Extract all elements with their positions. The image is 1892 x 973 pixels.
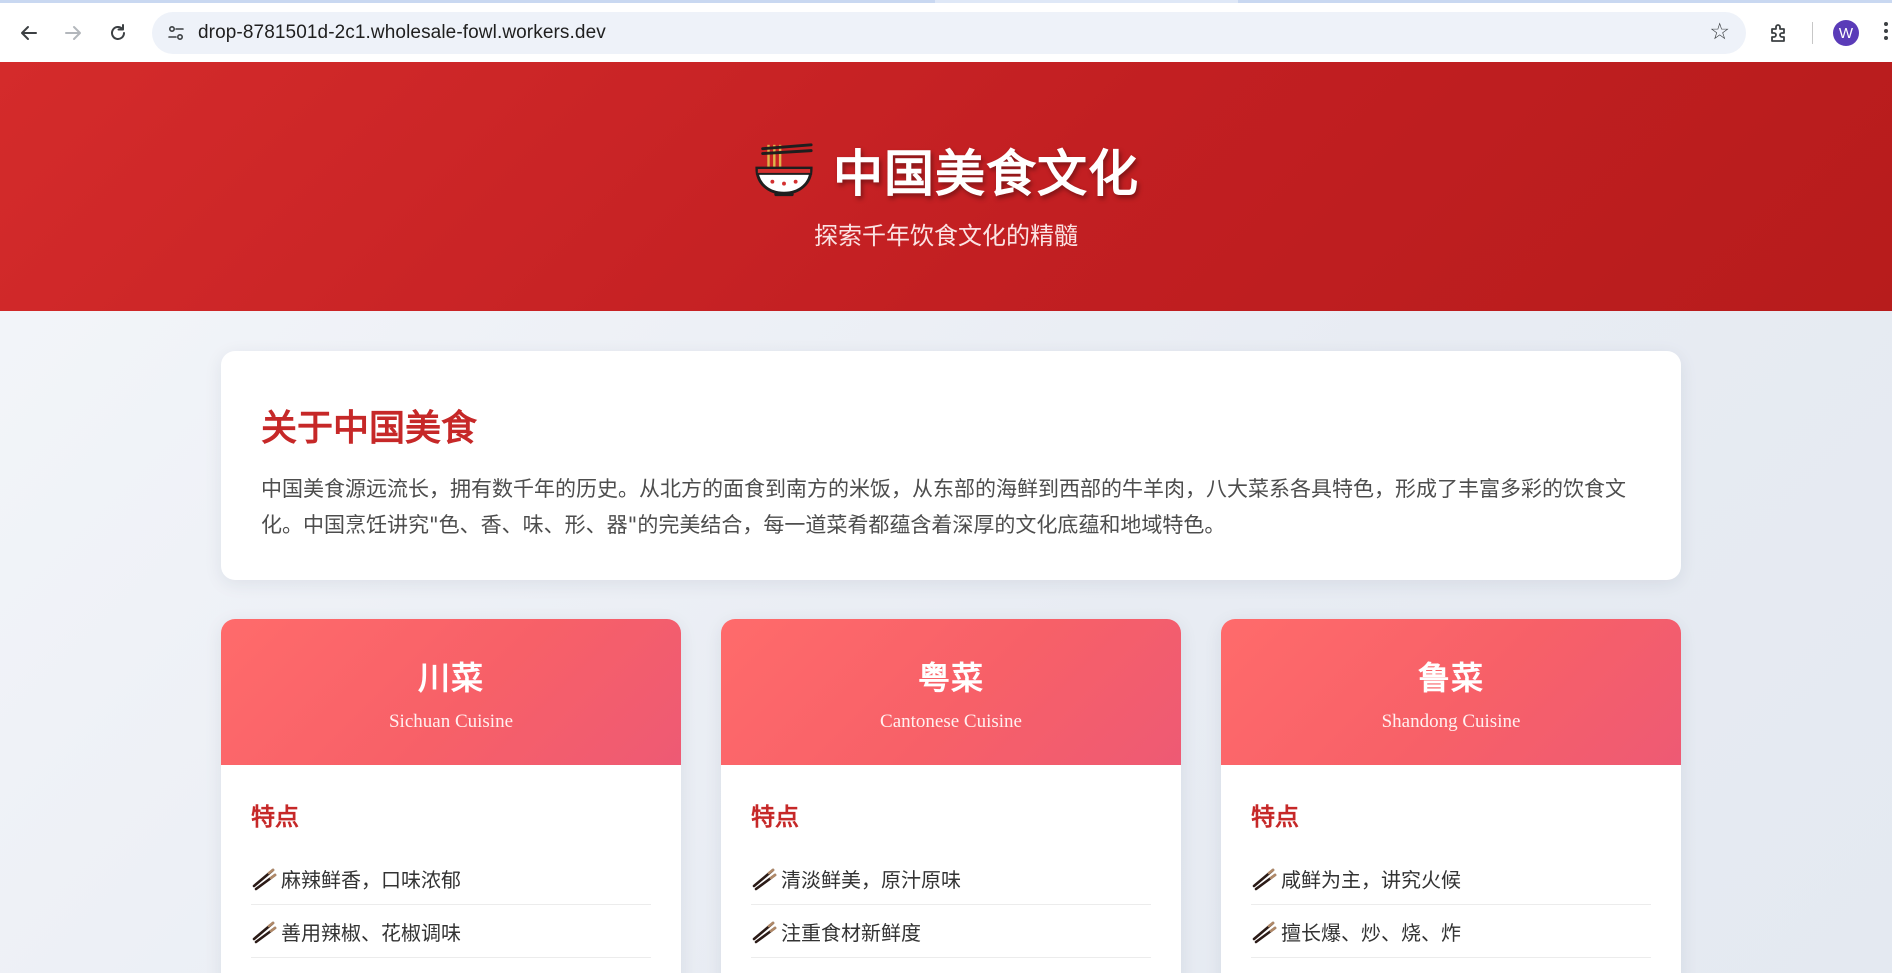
cuisine-name-cn: 川菜 bbox=[417, 659, 484, 697]
url-text[interactable]: drop-8781501d-2c1.wholesale-fowl.workers… bbox=[198, 22, 606, 44]
feature-item: 注重食材新鲜度 bbox=[751, 905, 1151, 958]
forward-arrow-icon[interactable] bbox=[57, 17, 89, 49]
features-heading: 特点 bbox=[1251, 803, 1299, 831]
cuisine-card-cantonese: 粤菜 Cantonese Cuisine 特点 清淡鲜美，原汁原味 注重食材新鲜… bbox=[721, 619, 1181, 973]
chopsticks-icon bbox=[752, 868, 777, 891]
feature-text: 擅长爆、炒、烧、炸 bbox=[1281, 920, 1461, 945]
feature-text: 善用辣椒、花椒调味 bbox=[281, 920, 461, 945]
cuisine-card-sichuan: 川菜 Sichuan Cuisine 特点 麻辣鲜香，口味浓郁 善用辣椒、花椒调… bbox=[221, 619, 681, 973]
back-arrow-icon[interactable] bbox=[13, 17, 45, 49]
page-title: 中国美食文化 bbox=[833, 145, 1139, 203]
feature-item: 清淡鲜美，原汁原味 bbox=[751, 852, 1151, 905]
cuisine-name-cn: 粤菜 bbox=[917, 659, 984, 697]
feature-item: 麻辣鲜香，口味浓郁 bbox=[251, 852, 651, 905]
cuisine-name-en: Shandong Cuisine bbox=[1381, 711, 1521, 732]
cuisine-name-cn: 鲁菜 bbox=[1417, 659, 1484, 697]
profile-avatar[interactable]: W bbox=[1833, 20, 1859, 46]
chopsticks-icon bbox=[1252, 921, 1277, 944]
chopsticks-icon bbox=[752, 921, 777, 944]
features-heading: 特点 bbox=[251, 803, 299, 831]
cuisine-card-header: 川菜 Sichuan Cuisine bbox=[221, 619, 681, 765]
site-info-icon[interactable] bbox=[164, 21, 188, 45]
page-viewport: 中国美食文化 探索千年饮食文化的精髓 关于中国美食 中国美食源远流长，拥有数千年… bbox=[0, 62, 1892, 973]
cuisine-card-body: 特点 麻辣鲜香，口味浓郁 善用辣椒、花椒调味 bbox=[221, 765, 681, 958]
noodle-bowl-icon bbox=[755, 143, 813, 197]
feature-text: 注重食材新鲜度 bbox=[781, 920, 921, 945]
features-heading: 特点 bbox=[751, 803, 799, 831]
feature-item: 咸鲜为主，讲究火候 bbox=[1251, 852, 1651, 905]
reload-icon[interactable] bbox=[102, 17, 134, 49]
star-icon[interactable]: ☆ bbox=[1709, 19, 1730, 45]
cuisine-card-body: 特点 清淡鲜美，原汁原味 注重食材新鲜度 bbox=[721, 765, 1181, 958]
tab-strip-edge bbox=[0, 0, 1892, 3]
more-vert-icon[interactable] bbox=[1878, 19, 1892, 47]
browser-toolbar: drop-8781501d-2c1.wholesale-fowl.workers… bbox=[0, 0, 1892, 62]
cuisine-card-header: 粤菜 Cantonese Cuisine bbox=[721, 619, 1181, 765]
cuisine-card-header: 鲁菜 Shandong Cuisine bbox=[1221, 619, 1681, 765]
cuisine-card-body: 特点 咸鲜为主，讲究火候 擅长爆、炒、烧、炸 bbox=[1221, 765, 1681, 958]
toolbar-divider bbox=[1812, 22, 1813, 44]
intro-card: 关于中国美食 中国美食源远流长，拥有数千年的历史。从北方的面食到南方的米饭，从东… bbox=[221, 351, 1681, 580]
cuisine-card-shandong: 鲁菜 Shandong Cuisine 特点 咸鲜为主，讲究火候 擅长爆、炒、烧… bbox=[1221, 619, 1681, 973]
puzzle-icon[interactable] bbox=[1764, 18, 1794, 48]
intro-heading: 关于中国美食 bbox=[261, 408, 478, 449]
feature-text: 麻辣鲜香，口味浓郁 bbox=[281, 867, 461, 892]
hero-banner: 中国美食文化 探索千年饮食文化的精髓 bbox=[0, 62, 1892, 311]
chopsticks-icon bbox=[1252, 868, 1277, 891]
feature-item: 擅长爆、炒、烧、炸 bbox=[1251, 905, 1651, 958]
intro-text: 中国美食源远流长，拥有数千年的历史。从北方的面食到南方的米饭，从东部的海鲜到西部… bbox=[261, 477, 1626, 537]
chopsticks-icon bbox=[252, 868, 277, 891]
page-subtitle: 探索千年饮食文化的精髓 bbox=[814, 222, 1078, 250]
feature-text: 咸鲜为主，讲究火候 bbox=[1281, 867, 1461, 892]
cuisine-name-en: Cantonese Cuisine bbox=[880, 711, 1022, 732]
address-bar[interactable]: drop-8781501d-2c1.wholesale-fowl.workers… bbox=[152, 12, 1746, 54]
feature-item: 善用辣椒、花椒调味 bbox=[251, 905, 651, 958]
chopsticks-icon bbox=[252, 921, 277, 944]
feature-text: 清淡鲜美，原汁原味 bbox=[781, 867, 961, 892]
cuisine-name-en: Sichuan Cuisine bbox=[388, 711, 514, 732]
hero-title-row: 中国美食文化 bbox=[0, 134, 1892, 206]
